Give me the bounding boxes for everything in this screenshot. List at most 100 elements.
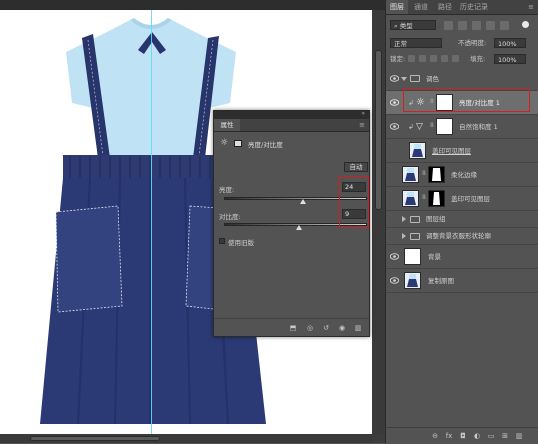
tab-properties[interactable]: 属性 [214,119,240,131]
layer-row[interactable]: 复制原图 [386,269,538,293]
lock-row: 锁定: 填充: 100% [386,51,538,67]
collapse-icon[interactable]: » [361,110,365,117]
tab-paths[interactable]: 路径 [434,0,456,14]
lock-label: 锁定: [390,55,406,63]
link-chain-icon: 8 [422,170,426,177]
layer-name: 盖印可见图层 [451,195,490,203]
layer-row[interactable]: 背景 [386,245,538,269]
layer-mask-thumbnail[interactable] [428,190,445,207]
expand-arrow-icon[interactable] [402,233,406,239]
contrast-label: 对比度: [219,213,241,221]
highlight-box-selected-layer [403,88,530,112]
filter-row: ⌕ 类型 [386,17,538,33]
pixel-filter-icon[interactable] [444,21,453,30]
layer-mask-thumbnail[interactable] [428,166,445,183]
legacy-checkbox[interactable] [219,238,225,244]
layer-thumbnail[interactable] [409,142,426,159]
visibility-eye-icon[interactable] [390,75,399,82]
add-mask-icon[interactable]: ◘ [458,431,468,441]
dress-thumbnail-image [405,192,416,205]
opacity-label: 不透明度: [458,39,487,47]
layer-thumbnail[interactable] [404,272,421,289]
layers-panel: 图层 通道 路径 历史记录 ≡ ⌕ 类型 正常 不透明度: 100% 锁定: 填… [385,0,538,444]
mask-silhouette-image [433,192,440,205]
folder-icon [410,216,420,223]
layer-row[interactable]: 8 盖印可见图层 [386,187,538,211]
blend-mode-select[interactable]: 正常 [390,38,442,48]
lock-transparency-icon[interactable] [408,55,415,62]
layer-thumbnail[interactable] [402,166,419,183]
lock-all-icon[interactable] [452,55,459,62]
legacy-label: 使用旧版 [228,239,254,247]
layer-row[interactable]: 8 柔化边缘 [386,163,538,187]
lock-pixels-icon[interactable] [419,55,426,62]
fill-field[interactable]: 100% [494,54,526,64]
adjustment-filter-icon[interactable] [458,21,467,30]
dress-thumbnail-image [407,274,418,287]
trash-icon[interactable]: ▥ [514,431,524,441]
visibility-eye-icon[interactable] [390,99,399,106]
brightness-label: 亮度: [219,186,235,194]
link-layers-icon[interactable]: ⊖ [430,431,440,441]
tab-layers[interactable]: 图层 [386,0,408,14]
mask-mode-icon[interactable] [234,140,242,147]
visibility-eye-icon[interactable]: ◉ [337,323,347,333]
link-chain-icon: 8 [430,122,434,129]
lock-artboard-icon[interactable] [441,55,448,62]
visibility-eye-icon[interactable] [390,253,399,260]
fill-label: 填充: [470,55,486,63]
layer-name: 调整背景衣服形状轮廓 [426,232,491,240]
filter-toggle-icon[interactable] [522,21,529,28]
new-layer-icon[interactable]: ⊞ [500,431,510,441]
visibility-eye-icon[interactable] [390,277,399,284]
type-filter-icon[interactable] [472,21,481,30]
opacity-field[interactable]: 100% [494,38,526,48]
lock-position-icon[interactable] [430,55,437,62]
tab-channels[interactable]: 通道 [410,0,432,14]
contrast-slider-thumb[interactable] [296,225,302,230]
folder-icon [410,75,420,82]
new-group-icon[interactable]: ▭ [486,431,496,441]
canvas-guide-line[interactable] [151,10,152,434]
dress-thumbnail-image [412,144,423,157]
shape-filter-icon[interactable] [486,21,495,30]
clip-to-layer-icon[interactable]: ⬒ [288,323,298,333]
clipping-arrow-icon: ↲ [408,123,414,131]
layer-thumbnail[interactable] [402,190,419,207]
properties-bottom-bar: ⬒ ◎ ↺ ◉ ▥ [214,318,369,336]
layers-bottom-bar: ⊖ fx ◘ ◐ ▭ ⊞ ▥ [386,427,538,444]
layer-name: 柔化边缘 [451,171,477,179]
expand-arrow-icon[interactable] [402,216,406,222]
layer-row[interactable]: 盖印可见图层 [386,139,538,163]
new-adjustment-icon[interactable]: ◐ [472,431,482,441]
horizontal-scrollbar[interactable] [0,434,372,443]
panel-menu-icon[interactable]: ≡ [526,0,536,14]
brightness-slider-thumb[interactable] [300,199,306,204]
tab-history[interactable]: 历史记录 [458,0,490,14]
filter-kind-select[interactable]: ⌕ 类型 [390,20,436,30]
smart-object-filter-icon[interactable] [500,21,509,30]
layer-row[interactable]: 图层组 [386,211,538,228]
layer-style-icon[interactable]: fx [444,431,454,441]
vertical-scrollbar[interactable] [372,10,385,434]
reset-icon[interactable]: ↺ [321,323,331,333]
expand-arrow-icon[interactable] [401,77,407,81]
layer-list: 调色 ↲ ☼ 8 亮度/对比度 1 ↲ ▽ 8 自然饱和度 1 盖印可见图层 8… [386,67,538,419]
layer-mask-thumbnail[interactable] [436,118,453,135]
layer-row[interactable]: ↲ ▽ 8 自然饱和度 1 [386,115,538,139]
layer-name: 背景 [428,253,441,261]
layer-name: 复制原图 [428,277,454,285]
panel-menu-icon[interactable]: ≡ [359,119,365,131]
properties-panel: » 属性 ≡ ☼ 亮度/对比度 自动 亮度: 24 对比度: 9 使用旧版 ⬒ … [213,110,370,337]
dress-thumbnail-image [405,168,416,181]
vibrance-triangle-icon: ▽ [416,122,423,132]
visibility-eye-icon[interactable] [390,123,399,130]
trash-icon[interactable]: ▥ [353,323,363,333]
layer-thumbnail[interactable] [404,248,421,265]
auto-button[interactable]: 自动 [344,162,368,172]
view-previous-icon[interactable]: ◎ [305,323,315,333]
properties-titlebar[interactable]: » [214,110,369,119]
layer-name: 自然饱和度 1 [459,123,498,131]
layer-row[interactable]: 调整背景衣服形状轮廓 [386,228,538,245]
layer-name: 图层组 [426,215,446,223]
